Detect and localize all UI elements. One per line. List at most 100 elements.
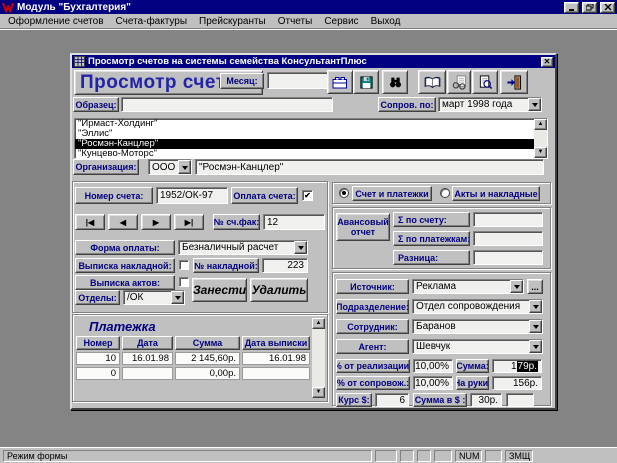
view-button[interactable]: [447, 70, 471, 94]
sum-invoice-input[interactable]: [473, 212, 543, 227]
preview-button[interactable]: [472, 70, 498, 94]
pct-support-input[interactable]: 10,00%: [413, 376, 453, 390]
col-header-date[interactable]: Дата: [122, 336, 173, 350]
pct-support-label: % от сопровож.:: [336, 376, 410, 390]
sum-usd-input[interactable]: 30р.: [470, 393, 502, 407]
advance-report-button[interactable]: Авансовый отчет: [336, 213, 390, 241]
form-titlebar: Просмотр счетов на системы семейства Кон…: [72, 55, 555, 68]
nav-prev-button[interactable]: ◀: [108, 214, 138, 230]
table-cell[interactable]: 16.01.98: [122, 352, 173, 365]
view-mode-group: Счет и платежки Акты и накладные: [332, 182, 551, 204]
find-button[interactable]: [382, 70, 408, 94]
list-item[interactable]: "Ирмаст-Холдинг": [75, 119, 547, 129]
sum-invoice-label: Σ по счету:: [393, 212, 470, 227]
invoice-payments-radio-label[interactable]: Счет и платежки: [352, 186, 432, 201]
col-header-number[interactable]: Номер: [76, 336, 120, 350]
chevron-down-icon[interactable]: [528, 98, 541, 111]
table-cell[interactable]: [242, 367, 310, 380]
invoice-view-window: Просмотр счетов на системы семейства Кон…: [70, 53, 557, 410]
rate-input[interactable]: 6: [375, 393, 409, 407]
scroll-down-icon[interactable]: ▼: [312, 387, 325, 398]
paid-checkbox[interactable]: ✔: [302, 190, 313, 201]
nav-last-button[interactable]: ▶|: [174, 214, 204, 230]
minimize-button[interactable]: [564, 2, 579, 13]
table-cell[interactable]: 10: [76, 352, 120, 365]
open-book-icon: [424, 75, 441, 90]
chevron-down-icon[interactable]: [529, 300, 542, 313]
table-cell[interactable]: 2 145,60р.: [175, 352, 240, 365]
division-combobox[interactable]: Отдел сопровождения: [412, 299, 543, 314]
difference-input[interactable]: [473, 250, 543, 265]
organization-type-value: ООО: [152, 162, 175, 173]
invoice-payments-radio[interactable]: [339, 188, 349, 198]
close-button[interactable]: [600, 2, 615, 13]
soprov-combobox[interactable]: март 1998 года: [438, 97, 542, 112]
accounts-book-button[interactable]: [418, 70, 446, 94]
invoice-number-input[interactable]: 12: [263, 214, 325, 230]
acts-waybills-radio[interactable]: [440, 188, 450, 198]
employee-combobox[interactable]: Баранов: [412, 319, 543, 334]
payment-form-combobox[interactable]: Безналичный расчет: [178, 240, 308, 255]
table-cell[interactable]: 16.01.98: [242, 352, 310, 365]
invoice-number-label: № сч.фак:: [213, 214, 260, 230]
scrollbar-track[interactable]: [534, 130, 547, 147]
chevron-down-icon[interactable]: [529, 320, 542, 333]
pct-sales-input[interactable]: 10,00%: [413, 359, 453, 373]
scroll-down-icon[interactable]: ▼: [534, 147, 547, 158]
chevron-down-icon[interactable]: [294, 241, 307, 254]
agent-combobox[interactable]: Шевчук: [412, 339, 543, 354]
client-list-scrollbar[interactable]: ▲ ▼: [534, 119, 547, 158]
chevron-down-icon[interactable]: [529, 340, 542, 353]
restore-button[interactable]: [582, 2, 597, 13]
month-input[interactable]: [267, 72, 329, 89]
menu-item-oformlenie[interactable]: Оформление счетов: [2, 16, 110, 27]
exit-button[interactable]: [500, 70, 528, 94]
scroll-up-icon[interactable]: ▲: [312, 318, 325, 329]
list-item[interactable]: "Кунцево-Моторс": [75, 149, 547, 159]
menu-item-scheta-faktury[interactable]: Счета-фактуры: [110, 16, 194, 27]
organization-name-input[interactable]: "Росмэн-Канцлер": [195, 159, 544, 175]
chevron-down-icon[interactable]: [178, 160, 191, 174]
organization-type-combobox[interactable]: ООО: [148, 159, 192, 175]
waybill-number-input[interactable]: 223: [262, 258, 308, 273]
sample-input[interactable]: [121, 97, 333, 112]
sum-label: Сумма:: [456, 359, 489, 373]
scroll-up-icon[interactable]: ▲: [534, 119, 547, 130]
departments-combobox[interactable]: /ОК: [123, 290, 185, 305]
save-button[interactable]: [353, 70, 379, 94]
form-close-icon[interactable]: ✕: [541, 57, 553, 67]
acts-waybills-radio-label[interactable]: Акты и накладные: [452, 186, 540, 201]
waybill-issue-checkbox[interactable]: [179, 260, 189, 270]
acts-issue-checkbox[interactable]: [179, 277, 189, 287]
chevron-down-icon[interactable]: [171, 291, 184, 304]
table-cell[interactable]: 0,00р.: [175, 367, 240, 380]
nav-first-button[interactable]: |◀: [75, 214, 105, 230]
application-window: Модуль "Бухгалтерия" Оформление счетов С…: [0, 0, 617, 463]
sum-payments-input[interactable]: [473, 231, 543, 246]
chevron-down-icon[interactable]: [510, 280, 523, 293]
sum-input[interactable]: 179р.: [492, 359, 542, 373]
col-header-sum[interactable]: Сумма: [175, 336, 240, 350]
sum-usd-extra-input[interactable]: [506, 393, 534, 407]
menu-item-preiskuranty[interactable]: Прейскуранты: [193, 16, 272, 27]
departments-label: Отделы:: [75, 290, 120, 305]
scrollbar-track[interactable]: [312, 329, 325, 387]
menu-item-servis[interactable]: Сервис: [318, 16, 364, 27]
account-number-input[interactable]: 1952/ОК-97: [156, 187, 228, 204]
card-index-button[interactable]: [327, 70, 353, 94]
add-button[interactable]: Занести: [192, 278, 247, 302]
status-cell: [485, 450, 502, 462]
menu-item-otchety[interactable]: Отчеты: [272, 16, 319, 27]
nav-next-button[interactable]: ▶: [141, 214, 171, 230]
account-group: Номер счета: 1952/ОК-97 Оплата счета: ✔ …: [72, 181, 328, 313]
source-browse-button[interactable]: ...: [527, 279, 543, 294]
delete-button[interactable]: Удалить: [250, 278, 308, 302]
sum-payments-label: Σ по платежкам:: [393, 231, 470, 246]
col-header-issue-date[interactable]: Дата выписки: [242, 336, 310, 350]
table-cell[interactable]: 0: [76, 367, 120, 380]
takehome-input[interactable]: 156р.: [492, 376, 542, 390]
menu-item-vyhod[interactable]: Выход: [365, 16, 407, 27]
table-cell[interactable]: [122, 367, 173, 380]
payment-slip-scrollbar[interactable]: ▲ ▼: [312, 318, 325, 398]
source-combobox[interactable]: Реклама: [412, 279, 524, 294]
